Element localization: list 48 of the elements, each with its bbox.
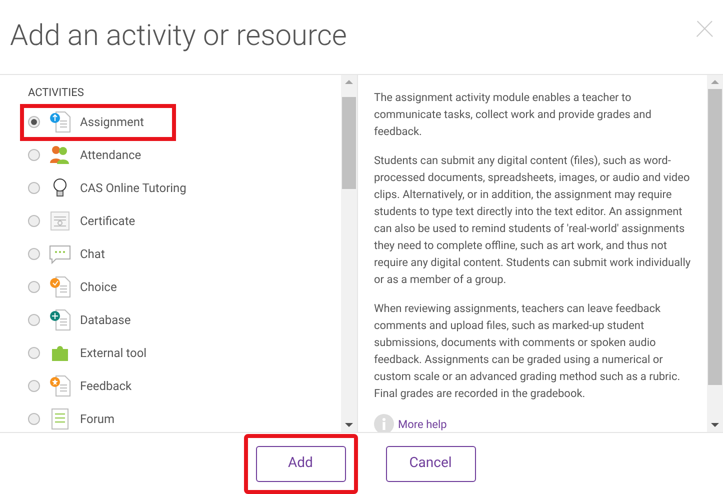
dialog-title: Add an activity or resource [10, 18, 347, 56]
activity-option[interactable]: CAS Online Tutoring [22, 172, 198, 204]
activity-label: Attendance [80, 147, 142, 164]
activity-option[interactable]: Assignment [22, 106, 174, 138]
radio-button[interactable] [28, 248, 40, 260]
dialog-button[interactable]: Cancel [386, 446, 476, 482]
radio-button[interactable] [28, 182, 40, 194]
document-icon [48, 110, 72, 134]
radio-button[interactable] [28, 347, 40, 359]
radio-button[interactable] [28, 215, 40, 227]
activity-label: Certificate [80, 213, 136, 230]
document-icon [48, 275, 72, 299]
people-icon [48, 143, 72, 167]
radio-button[interactable] [28, 281, 40, 293]
document-icon [48, 374, 72, 398]
activity-label: Feedback [80, 378, 132, 395]
activity-option[interactable]: Feedback [22, 370, 174, 402]
activity-label: Forum [80, 411, 115, 428]
activity-option[interactable]: Chat [22, 238, 174, 270]
activity-option[interactable]: Certificate [22, 204, 174, 238]
description-paragraph: The assignment activity module enables a teacher to communicate tasks, collect work and provide grades and feedback. [374, 90, 652, 140]
radio-button[interactable] [28, 116, 40, 128]
activity-option[interactable]: Forum [22, 402, 174, 432]
activity-option[interactable]: Attendance [22, 138, 174, 172]
scrollbar[interactable] [707, 75, 723, 432]
activity-label: External tool [80, 345, 147, 362]
description-paragraph: When reviewing assignments, teachers can leave feedback comments and upload files, such as marked-up student submissions, documents with comments or spoken audio feedback. Assignments can be graded using a numerical or custom scale or an advanced grading method such as a rubric. Final grades are recorded in the gradebook. [374, 301, 682, 402]
more-help-link[interactable]: More help [398, 416, 447, 432]
scrollbar-thumb[interactable] [342, 97, 356, 189]
activity-label: CAS Online Tutoring [80, 180, 186, 197]
section-heading: ACTIVITIES [28, 85, 85, 101]
scrollbar-thumb[interactable] [708, 89, 722, 385]
activity-label: Chat [80, 246, 105, 263]
radio-button[interactable] [28, 380, 40, 392]
activity-label: Database [80, 312, 131, 329]
activity-label: Assignment [80, 114, 144, 131]
scrollbar[interactable] [341, 75, 357, 432]
dialog-button[interactable]: Add [256, 446, 346, 482]
description-paragraph: Students can submit any digital content (files), such as word-processed documents, spreadsheets, images, or audio and video clips. Alternatively, or in addition, the assignment may require students to type text directly into the text editor. An assignment can also be used to remind students of 'real-world' assignments they need to complete offline, such as art work, and thus not require any digital content. Students can submit work individually or as a member of a group. [374, 153, 692, 288]
activity-label: Choice [80, 279, 117, 296]
radio-button[interactable] [28, 314, 40, 326]
activity-option[interactable]: Database [22, 304, 174, 336]
certificate-icon [48, 209, 72, 233]
activity-option[interactable]: Choice [22, 270, 174, 304]
activity-option[interactable]: External tool [22, 336, 174, 370]
radio-button[interactable] [28, 413, 40, 425]
document-icon [48, 308, 72, 332]
radio-button[interactable] [28, 149, 40, 161]
